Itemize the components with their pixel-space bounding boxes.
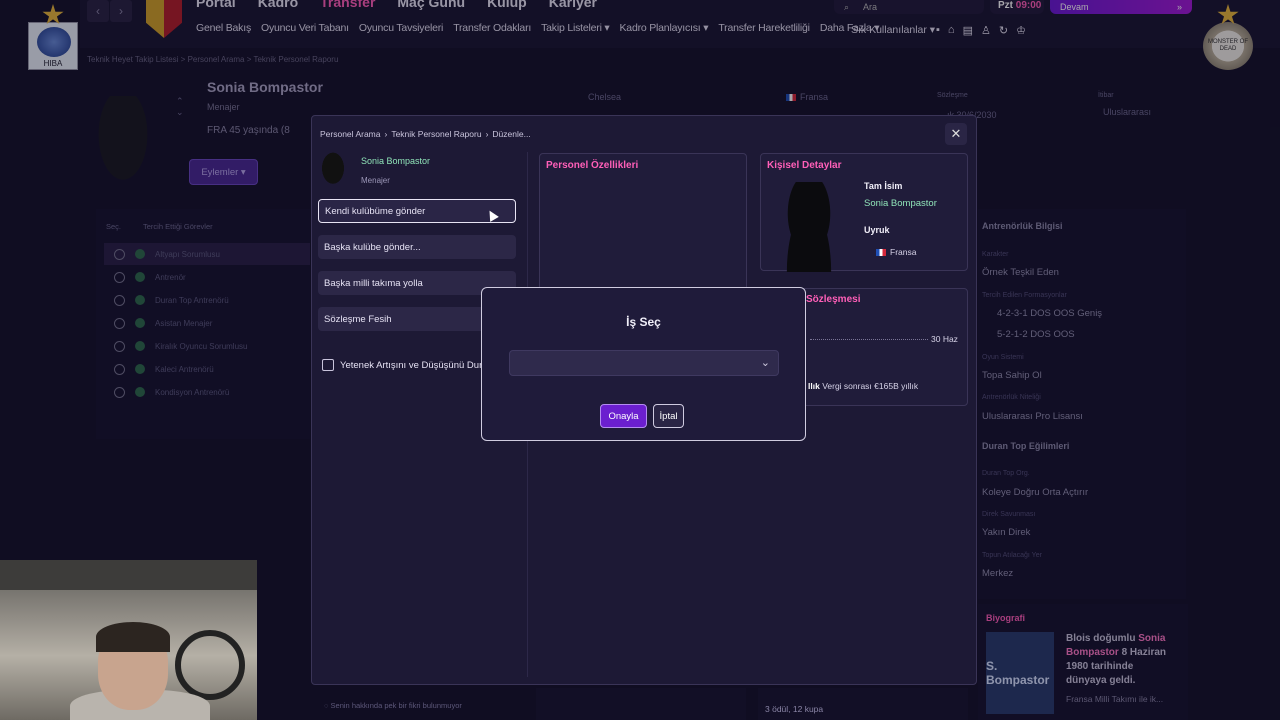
modal-breadcrumb: Personel Arama › Teknik Personel Raporu › … — [320, 129, 531, 139]
dialog-title: İş Seç — [626, 315, 661, 329]
modal-avatar — [319, 152, 347, 188]
confirm-label: Onayla — [608, 410, 639, 422]
cancel-button[interactable]: İptal — [653, 404, 684, 428]
stop-progression-row[interactable]: Yetenek Artışını ve Düşüşünü Durdur — [322, 359, 496, 371]
stop-progression-checkbox[interactable] — [322, 359, 334, 371]
nationality-text: Fransa — [890, 247, 917, 257]
staff-attributes-card — [539, 153, 747, 293]
nationality-value[interactable]: Fransa — [876, 247, 916, 257]
chevron-right-icon: › — [485, 129, 489, 139]
job-select-dropdown[interactable]: ⌄ — [509, 350, 779, 376]
relationship-note-text: Senin hakkında pek bir fikri bulunmuyor — [330, 701, 462, 710]
contract-title: Sözleşmesi — [806, 294, 861, 305]
action-label: Sözleşme Fesih — [324, 313, 392, 325]
confirm-button[interactable]: Onayla — [600, 404, 647, 428]
awards-summary: 3 ödül, 12 kupa — [765, 704, 824, 714]
france-flag-icon — [876, 249, 886, 257]
webcam-wall — [0, 560, 257, 590]
salary-info: llık Vergi sonrası €165B yıllık — [808, 381, 918, 391]
salary-period: llık — [808, 381, 820, 391]
relationship-note: ◌ Senin hakkında pek bir fikri bulunmuyo… — [324, 701, 462, 710]
webcam-chair — [175, 630, 245, 700]
full-name-label: Tam İsim — [864, 181, 903, 191]
action-label: Başka milli takıma yolla — [324, 277, 423, 289]
modal-crumb-item[interactable]: Teknik Personel Raporu — [391, 129, 481, 139]
webcam-hair — [96, 622, 170, 652]
send-to-other-club-button[interactable]: Başka kulübe gönder... — [318, 235, 516, 259]
cancel-label: İptal — [659, 410, 678, 422]
chevron-right-icon: › — [384, 129, 388, 139]
salary-text: Vergi sonrası €165B yıllık — [822, 381, 919, 391]
full-name-value: Sonia Bompastor — [864, 198, 937, 209]
nationality-label: Uyruk — [864, 225, 890, 235]
close-icon: ✕ — [950, 126, 962, 141]
stop-progression-label: Yetenek Artışını ve Düşüşünü Durdur — [340, 359, 496, 371]
job-select-dialog: İş Seç ⌄ Onayla İptal — [481, 287, 806, 441]
modal-crumb-item[interactable]: Personel Arama — [320, 129, 380, 139]
webcam-overlay — [0, 560, 257, 720]
action-label: Kendi kulübüme gönder — [325, 205, 426, 217]
close-button[interactable]: ✕ — [945, 123, 967, 145]
personal-details-title: Kişisel Detaylar — [767, 160, 842, 171]
contract-end-date: 30 Haz — [931, 334, 958, 344]
staff-attributes-title: Personel Özellikleri — [546, 160, 639, 171]
person-silhouette — [778, 182, 840, 272]
modal-crumb-item: Düzenle... — [492, 129, 531, 139]
contract-timeline — [810, 339, 928, 340]
action-label: Başka kulübe gönder... — [324, 241, 421, 253]
modal-person-role: Menajer — [361, 176, 390, 185]
chevron-down-icon: ⌄ — [760, 357, 770, 369]
modal-person-name[interactable]: Sonia Bompastor — [361, 156, 430, 166]
